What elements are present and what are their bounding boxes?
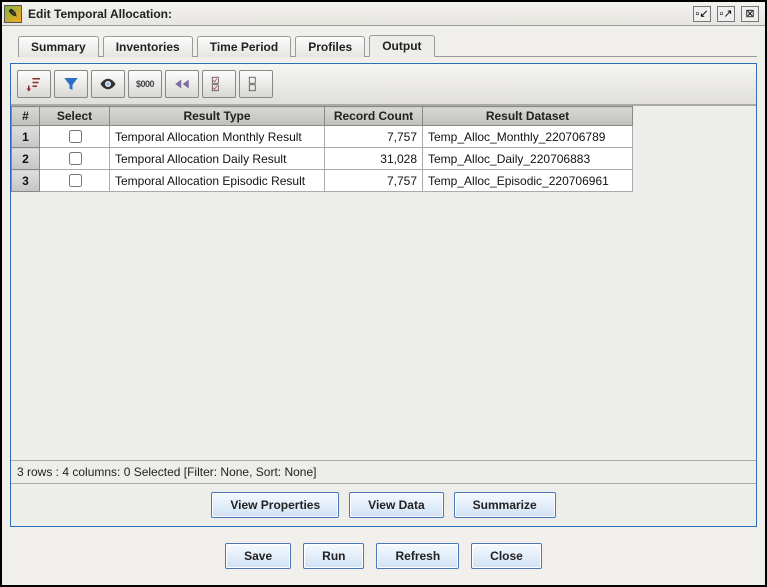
filter-button[interactable] — [54, 70, 88, 98]
row-type: Temporal Allocation Episodic Result — [110, 170, 325, 192]
funnel-icon — [62, 75, 80, 93]
checklist-checked-icon — [210, 75, 228, 93]
table-scroll[interactable]: # Select Result Type Record Count Result… — [11, 105, 756, 460]
row-number: 3 — [12, 170, 40, 192]
select-all-button[interactable] — [202, 70, 236, 98]
table-row[interactable]: 1 Temporal Allocation Monthly Result 7,7… — [12, 126, 633, 148]
checklist-empty-icon — [247, 75, 265, 93]
row-type: Temporal Allocation Daily Result — [110, 148, 325, 170]
row-dataset: Temp_Alloc_Monthly_220706789 — [423, 126, 633, 148]
sort-button[interactable] — [17, 70, 51, 98]
status-bar: 3 rows : 4 columns: 0 Selected [Filter: … — [11, 460, 756, 483]
col-select[interactable]: Select — [40, 107, 110, 126]
row-dataset: Temp_Alloc_Episodic_220706961 — [423, 170, 633, 192]
col-type[interactable]: Result Type — [110, 107, 325, 126]
results-table: # Select Result Type Record Count Result… — [11, 106, 633, 192]
tab-summary[interactable]: Summary — [18, 36, 99, 57]
row-select-cell — [40, 170, 110, 192]
tab-output[interactable]: Output — [369, 35, 434, 57]
restore-icon[interactable]: ▫↙ — [693, 6, 711, 22]
format-button[interactable]: $000 — [128, 70, 162, 98]
table-row[interactable]: 2 Temporal Allocation Daily Result 31,02… — [12, 148, 633, 170]
app-icon: ✎ — [4, 5, 22, 23]
col-rownum[interactable]: # — [12, 107, 40, 126]
refresh-button[interactable]: Refresh — [376, 543, 459, 569]
sort-icon — [25, 75, 43, 93]
row-dataset: Temp_Alloc_Daily_220706883 — [423, 148, 633, 170]
row-count: 7,757 — [325, 126, 423, 148]
row-count: 7,757 — [325, 170, 423, 192]
content-area: Summary Inventories Time Period Profiles… — [2, 26, 765, 585]
close-window-icon[interactable]: ⊠ — [741, 6, 759, 22]
tab-profiles[interactable]: Profiles — [295, 36, 365, 57]
run-button[interactable]: Run — [303, 543, 364, 569]
toolbar: $000 — [11, 64, 756, 105]
row-select-checkbox[interactable] — [69, 152, 82, 165]
row-number: 2 — [12, 148, 40, 170]
save-button[interactable]: Save — [225, 543, 291, 569]
reset-button[interactable] — [165, 70, 199, 98]
col-dataset[interactable]: Result Dataset — [423, 107, 633, 126]
row-count: 31,028 — [325, 148, 423, 170]
close-button[interactable]: Close — [471, 543, 542, 569]
title-bar: ✎ Edit Temporal Allocation: ▫↙ ▫↗ ⊠ — [2, 2, 765, 26]
col-count[interactable]: Record Count — [325, 107, 423, 126]
deselect-all-button[interactable] — [239, 70, 273, 98]
footer-row: Save Run Refresh Close — [10, 533, 757, 577]
row-number: 1 — [12, 126, 40, 148]
row-type: Temporal Allocation Monthly Result — [110, 126, 325, 148]
tab-inventories[interactable]: Inventories — [103, 36, 193, 57]
tab-time-period[interactable]: Time Period — [197, 36, 291, 57]
rewind-icon — [173, 75, 191, 93]
output-panel: $000 # Select — [10, 63, 757, 527]
action-row: View Properties View Data Summarize — [11, 483, 756, 526]
row-select-checkbox[interactable] — [69, 174, 82, 187]
view-button[interactable] — [91, 70, 125, 98]
window-frame: ✎ Edit Temporal Allocation: ▫↙ ▫↗ ⊠ Summ… — [0, 0, 767, 587]
summarize-button[interactable]: Summarize — [454, 492, 556, 518]
view-data-button[interactable]: View Data — [349, 492, 443, 518]
maximize-icon[interactable]: ▫↗ — [717, 6, 735, 22]
view-properties-button[interactable]: View Properties — [211, 492, 339, 518]
eye-icon — [99, 75, 117, 93]
money-icon: $000 — [136, 79, 154, 89]
row-select-cell — [40, 148, 110, 170]
window-title: Edit Temporal Allocation: — [28, 7, 172, 21]
row-select-checkbox[interactable] — [69, 130, 82, 143]
row-select-cell — [40, 126, 110, 148]
tab-bar: Summary Inventories Time Period Profiles… — [18, 34, 757, 57]
table-row[interactable]: 3 Temporal Allocation Episodic Result 7,… — [12, 170, 633, 192]
